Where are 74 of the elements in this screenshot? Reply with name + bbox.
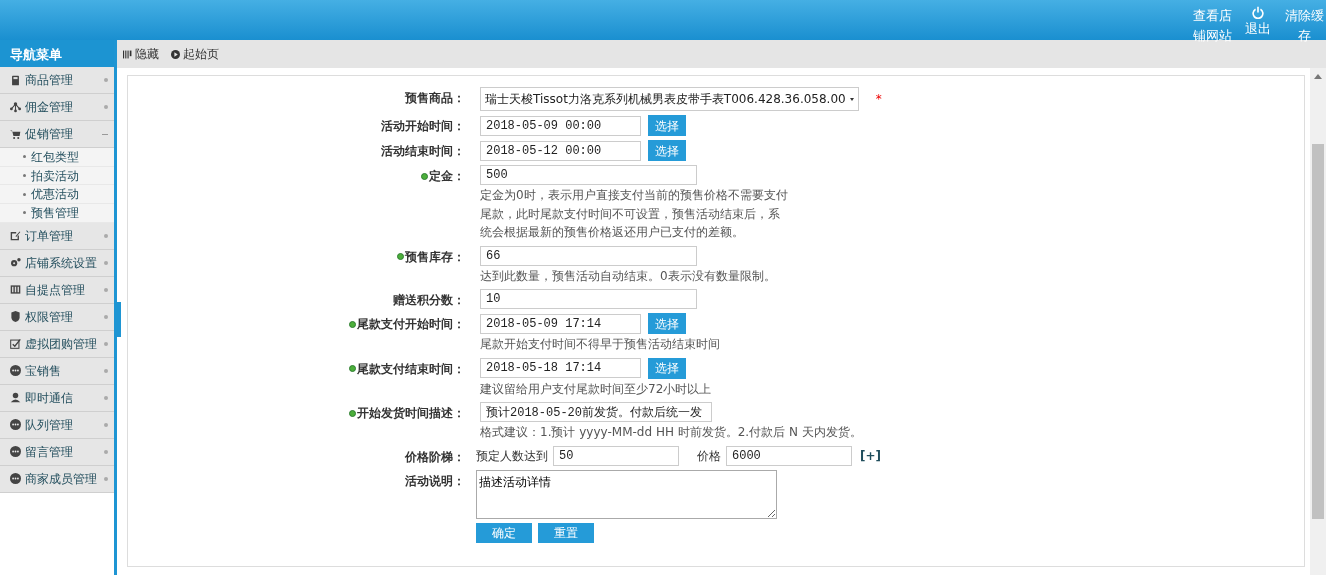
field-label: 活动结束时间： [381, 143, 465, 160]
bullet-icon [23, 174, 26, 178]
field-label: 活动说明： [405, 472, 465, 490]
bullet-icon [23, 155, 26, 159]
sidebar-item[interactable]: 自提点管理 [0, 276, 114, 304]
toolbar-link[interactable]: 隐藏 [135, 45, 159, 63]
field-label: 开始发货时间描述： [357, 405, 465, 422]
bullet-icon [23, 192, 26, 196]
hint-text: 格式建议：1.预计 yyyy-MM-dd HH 时前发货。2.付款后 N 天内发货。 [480, 424, 863, 441]
gears-icon [10, 257, 21, 269]
input-field[interactable]: 预计2018-05-20前发货。付款后统一发 [480, 402, 712, 422]
sidebar-item[interactable]: 商家成员管理 [0, 465, 114, 493]
ellipsis-icon [10, 419, 21, 431]
hint-text: 建议留给用户支付尾款时间至少72小时以上 [480, 380, 713, 398]
field-label: 尾款支付开始时间： [357, 316, 465, 333]
network-icon [10, 101, 21, 113]
ellipsis-icon [10, 446, 21, 458]
sidebar-subitem[interactable]: 优惠活动 [0, 185, 114, 205]
person-icon [10, 392, 21, 404]
ellipsis-icon [10, 365, 21, 377]
field-label: 预售商品： [405, 90, 465, 107]
hint-text: 尾款开始支付时间不得早于预售活动结束时间 [480, 336, 721, 353]
date-field[interactable]: 2018-05-12 00:00 [480, 140, 641, 161]
sidebar-item[interactable]: 店铺系统设置 [0, 249, 114, 277]
cart-icon [10, 128, 21, 140]
document-icon [10, 74, 21, 86]
date-field[interactable]: 2018-05-18 17:14 [480, 358, 641, 378]
field-label: 价格阶梯： [405, 448, 465, 466]
bars-icon [123, 49, 132, 59]
field-label: 定金： [429, 168, 465, 185]
date-field[interactable]: 2018-05-09 17:14 [480, 313, 641, 334]
columns-icon [10, 284, 21, 296]
power-icon [1250, 6, 1266, 19]
field-label: 尾款支付结束时间： [357, 360, 465, 378]
field-text: 预定人数达到 [476, 447, 548, 465]
scrollbar[interactable] [1310, 68, 1326, 575]
sidebar-item[interactable]: 虚拟团购管理 [0, 330, 114, 358]
sidebar-item[interactable]: 留言管理 [0, 438, 114, 466]
required-mark: * [875, 91, 882, 108]
hint-text: 达到此数量，预售活动自动结束。0表示没有数量限制。 [480, 267, 777, 285]
sidebar-subitem[interactable]: 红包类型 [0, 148, 114, 167]
checkbox-icon [10, 338, 21, 350]
product-select[interactable]: 瑞士天梭Tissot力洛克系列机械男表皮带手表T006.428.36.058.00 [480, 87, 859, 111]
count-field[interactable]: 50 [553, 445, 679, 466]
sidebar-item[interactable]: 佣金管理 [0, 94, 114, 121]
sidebar-item[interactable]: 即时通信 [0, 384, 114, 412]
price-field[interactable]: 6000 [726, 445, 852, 466]
field-label: 活动开始时间： [381, 118, 465, 135]
sidebar-item[interactable]: 队列管理 [0, 411, 114, 439]
edit-icon [10, 230, 21, 242]
field-label: 赠送积分数： [393, 292, 465, 309]
date-field[interactable]: 2018-05-09 00:00 [480, 115, 641, 136]
shield-icon [10, 311, 21, 323]
sidebar-item[interactable]: 订单管理 [0, 222, 114, 250]
ellipsis-icon [10, 473, 21, 485]
input-field[interactable]: 500 [480, 165, 697, 185]
hint-text: 定金为0时，表示用户直接支付当前的预售价格不需要支付尾款，此时尾款支付时间不可设置，预售活动结束后，系统会根据最新的预售价格返还用户已支付的差额。 [480, 187, 789, 241]
input-field[interactable]: 66 [480, 245, 697, 266]
field-text: 价格 [697, 447, 721, 465]
input-field[interactable]: 10 [480, 289, 697, 309]
sidebar-title: 导航菜单 [0, 40, 114, 67]
bullet-icon [23, 211, 26, 215]
sidebar-item[interactable]: 权限管理 [0, 303, 114, 331]
play-icon [171, 49, 180, 59]
collapse-handle[interactable] [116, 302, 121, 337]
caret-icon [849, 97, 854, 101]
toolbar-link[interactable]: 起始页 [183, 45, 219, 63]
sidebar-item[interactable]: 商品管理 [0, 67, 114, 94]
sidebar-item[interactable]: 宝销售 [0, 357, 114, 385]
add-tier-link[interactable]: [+] [860, 446, 882, 465]
description-field[interactable]: 描述活动详情 [476, 469, 777, 519]
field-label: 预售库存： [405, 248, 465, 266]
sidebar-subitem[interactable]: 预售管理 [0, 204, 114, 223]
sidebar-item[interactable]: 促销管理 [0, 121, 114, 148]
